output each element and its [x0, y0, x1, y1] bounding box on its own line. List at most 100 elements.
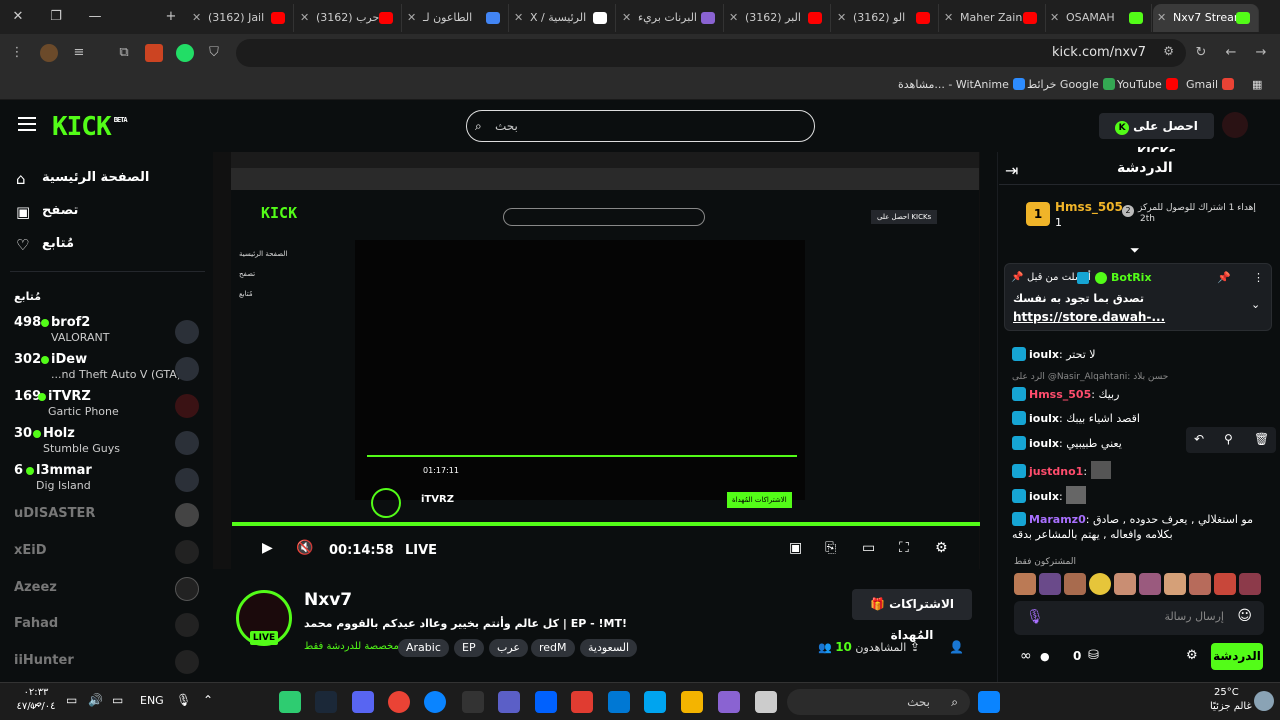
tag-saudi[interactable]: السعودية	[580, 639, 638, 657]
close-tab-icon[interactable]: ✕	[837, 4, 846, 32]
network-icon[interactable]: ▭	[112, 693, 123, 707]
nav-home[interactable]: الصفحة الرئيسية	[42, 170, 149, 185]
collapse-chat-icon[interactable]: ⇥	[1005, 161, 1018, 180]
chrome-icon[interactable]	[388, 691, 410, 713]
browser-tab[interactable]: ✕ (3162) البر	[725, 4, 831, 32]
address-bar[interactable]: kick.com/nxv7 ⚙	[236, 39, 1186, 67]
user-avatar[interactable]	[1222, 112, 1248, 138]
tag-ep[interactable]: EP	[454, 639, 484, 657]
browser-tab[interactable]: ✕ Maher Zain	[940, 4, 1046, 32]
points-icon[interactable]: ●	[1040, 650, 1050, 663]
channel-item[interactable]: 6 l3mmar Dig Island	[0, 463, 213, 499]
chat-message[interactable]: Hmss_505: ربيك	[1012, 387, 1274, 401]
gifted-subs-button[interactable]: 🎁 الاشتراكات المُهداة	[852, 589, 972, 642]
extension-icon[interactable]	[145, 44, 163, 62]
emote[interactable]	[1164, 573, 1186, 595]
close-tab-icon[interactable]: ✕	[514, 4, 523, 32]
live-indicator[interactable]: LIVE	[405, 543, 437, 558]
emote[interactable]	[1039, 573, 1061, 595]
kick-logo[interactable]: KICK BETA	[52, 112, 128, 142]
site-settings-icon[interactable]: ⚙	[1163, 44, 1174, 58]
chat-message[interactable]: ioulx: لا تحتر	[1012, 347, 1274, 361]
close-tab-icon[interactable]: ✕	[300, 4, 309, 32]
bookmark-gmail[interactable]: Gmail	[1186, 78, 1235, 91]
emote[interactable]	[1189, 573, 1211, 595]
show-hidden-icons-icon[interactable]: ⌃	[203, 693, 213, 707]
offline-channel[interactable]: xEiD	[14, 543, 47, 558]
send-chat-button[interactable]: الدردشة	[1211, 643, 1263, 670]
delete-icon[interactable]: 🗑	[1254, 432, 1269, 446]
channel-item[interactable]: 30 Holz Stumble Guys	[0, 426, 213, 462]
teams-icon[interactable]	[498, 691, 520, 713]
bookmark-youtube[interactable]: YouTube	[1117, 78, 1178, 91]
store-icon[interactable]: ⛁	[1088, 648, 1099, 663]
windows-start-icon[interactable]	[978, 691, 1000, 713]
all-bookmarks-icon[interactable]: ▦	[1252, 78, 1262, 91]
url-text[interactable]: kick.com/nxv7	[1052, 45, 1146, 60]
theater-mode-icon[interactable]: ▭	[862, 540, 875, 556]
back-icon[interactable]: ←	[1222, 44, 1240, 62]
emote[interactable]	[1064, 573, 1086, 595]
restore-window-icon[interactable]: ❐	[46, 8, 66, 26]
browser-tab[interactable]: ✕ (3162) Jail	[188, 4, 294, 32]
close-tab-icon[interactable]: ✕	[729, 4, 738, 32]
microphone-tray-icon[interactable]: 🎙	[176, 693, 191, 707]
edge-icon[interactable]	[424, 691, 446, 713]
app-red-icon[interactable]	[571, 691, 593, 713]
volume-icon[interactable]: 🔊	[88, 693, 103, 707]
nav-following[interactable]: مُتابع	[42, 236, 74, 251]
browser-tab[interactable]: ✕ الطاعون لـ	[403, 4, 509, 32]
clip-icon[interactable]: ⎘	[825, 540, 836, 556]
offline-channel[interactable]: iiHunter	[14, 653, 74, 668]
unpin-icon[interactable]: 📌	[1217, 271, 1231, 284]
chat-settings-icon[interactable]: ⚙	[1186, 648, 1198, 663]
weather-text[interactable]: غالم جزئيًا	[1210, 701, 1252, 712]
search-input[interactable]: ⌕ بحث	[466, 110, 815, 142]
progress-bar[interactable]	[232, 522, 980, 526]
chat-message[interactable]: justdno1:	[1012, 461, 1274, 479]
offline-channel[interactable]: uDISASTER	[14, 506, 95, 521]
gift-leaderboard[interactable]: 1 Hmss_505 1 2 إهداء 1 اشتراك للوصول للم…	[1010, 190, 1275, 242]
forward-icon[interactable]: →	[1252, 44, 1270, 62]
close-tab-icon[interactable]: ✕	[622, 4, 631, 32]
chat-message[interactable]: Maramz0: مو استغلالي , يعرف حدوده , صادق	[1012, 512, 1274, 526]
reply-icon[interactable]: ↶	[1194, 432, 1204, 446]
chat-message[interactable]: ioulx:	[1012, 486, 1274, 504]
extension-green-icon[interactable]	[176, 44, 194, 62]
emote[interactable]	[1114, 573, 1136, 595]
emote[interactable]	[1089, 573, 1111, 595]
close-tab-icon[interactable]: ✕	[944, 4, 953, 32]
dropbox-icon[interactable]	[535, 691, 557, 713]
channel-item[interactable]: 498 brof2 VALORANT	[0, 315, 213, 351]
close-tab-icon[interactable]: ✕	[407, 4, 416, 32]
bookmark-witanime[interactable]: مشاهدة... - WitAnime	[898, 78, 1025, 91]
browser-tab[interactable]: ✕ Nxv7 Stream	[1153, 4, 1259, 32]
shield-icon[interactable]: ⛉	[205, 44, 223, 62]
emote[interactable]	[1214, 573, 1236, 595]
video-player[interactable]: KICK احصل على KICKs الصفحة الرئيسية تصفح…	[213, 152, 980, 569]
file-explorer-icon[interactable]	[681, 691, 703, 713]
fullscreen-icon[interactable]: ⛶	[899, 540, 909, 556]
reading-list-icon[interactable]: ≡	[70, 44, 88, 62]
channel-item[interactable]: 169 iTVRZ Gartic Phone	[0, 389, 213, 425]
streamer-name[interactable]: Nxv7	[304, 590, 352, 610]
taskbar-date[interactable]: ٤٧/١٠/٠٤	[16, 701, 56, 712]
tag-arab[interactable]: عرب	[489, 639, 528, 657]
language-indicator[interactable]: ENG	[140, 694, 164, 707]
discord-icon[interactable]	[352, 691, 374, 713]
close-window-icon[interactable]: ✕	[8, 8, 28, 26]
close-tab-icon[interactable]: ✕	[1157, 4, 1166, 32]
new-tab-icon[interactable]: +	[161, 8, 181, 26]
weather-temp[interactable]: 25°C	[1214, 687, 1239, 698]
profile-avatar-icon[interactable]	[40, 44, 58, 62]
outlook-icon[interactable]	[608, 691, 630, 713]
steam-icon[interactable]	[315, 691, 337, 713]
offline-channel[interactable]: Azeez	[14, 580, 57, 595]
close-tab-icon[interactable]: ✕	[192, 4, 201, 32]
menu-icon[interactable]: ⋮	[8, 44, 26, 62]
tag-redm[interactable]: redM	[531, 639, 575, 657]
copilot-icon[interactable]	[718, 691, 740, 713]
browser-tab[interactable]: ✕ البرنات بريء	[618, 4, 724, 32]
browser-tab[interactable]: ✕ (3162) حرب	[296, 4, 402, 32]
nav-browse[interactable]: تصفح	[42, 203, 78, 218]
